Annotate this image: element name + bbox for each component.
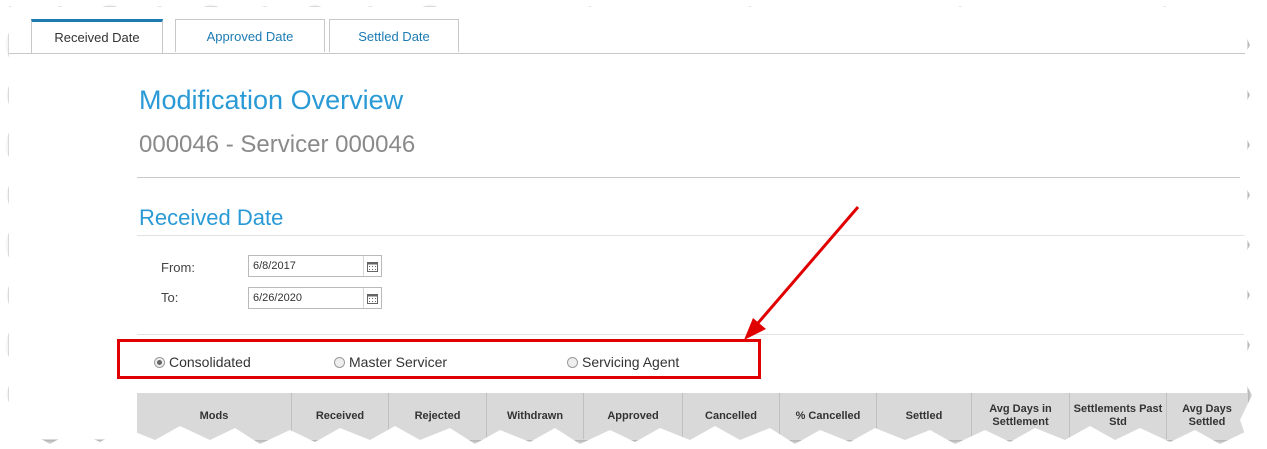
column-header[interactable]: Rejected [389, 393, 487, 439]
tab-received-date[interactable]: Received Date [31, 19, 163, 53]
divider [137, 177, 1247, 178]
column-header[interactable]: Withdrawn [487, 393, 584, 439]
to-date-picker [248, 287, 382, 309]
column-header[interactable]: Cancelled [683, 393, 780, 439]
from-label: From: [161, 260, 195, 275]
table-header: Mods Received Rejected Withdrawn Approve… [137, 393, 1247, 439]
radio-servicing-agent[interactable]: Servicing Agent [567, 354, 679, 370]
page-subtitle: 000046 - Servicer 000046 [139, 131, 416, 158]
radio-label: Servicing Agent [582, 354, 680, 370]
to-date-input[interactable] [249, 291, 363, 305]
to-label: To: [161, 290, 179, 305]
column-header[interactable]: % Cancelled [780, 393, 877, 439]
tab-approved-date[interactable]: Approved Date [175, 19, 325, 52]
column-header[interactable]: Avg Days Settled [1167, 393, 1247, 439]
page-title: Modification Overview [139, 85, 404, 115]
screenshot-frame: Received Date Approved Date Settled Date… [8, 6, 1248, 440]
divider [137, 235, 1247, 236]
column-header[interactable]: Mods [137, 393, 292, 439]
calendar-icon[interactable] [363, 256, 381, 276]
column-header[interactable]: Received [292, 393, 389, 439]
column-header[interactable]: Avg Days in Settlement [972, 393, 1070, 439]
column-header[interactable]: Approved [584, 393, 683, 439]
radio-label: Master Servicer [349, 354, 448, 370]
radio-label: Consolidated [169, 354, 251, 370]
calendar-icon[interactable] [363, 288, 381, 308]
tab-settled-date[interactable]: Settled Date [329, 19, 459, 52]
tab-bar: Received Date Approved Date Settled Date [9, 19, 1247, 54]
radio-unchecked-icon[interactable] [567, 356, 578, 368]
column-header[interactable]: Settlements Past Std [1070, 393, 1167, 439]
divider [137, 334, 1247, 335]
from-date-picker [248, 255, 382, 277]
from-date-input[interactable] [249, 259, 363, 273]
radio-checked-icon[interactable] [154, 356, 165, 368]
radio-master-servicer[interactable]: Master Servicer [334, 354, 447, 370]
radio-consolidated[interactable]: Consolidated [154, 354, 251, 370]
radio-unchecked-icon[interactable] [334, 356, 345, 368]
section-title: Received Date [139, 205, 284, 230]
column-header[interactable]: Settled [877, 393, 972, 439]
